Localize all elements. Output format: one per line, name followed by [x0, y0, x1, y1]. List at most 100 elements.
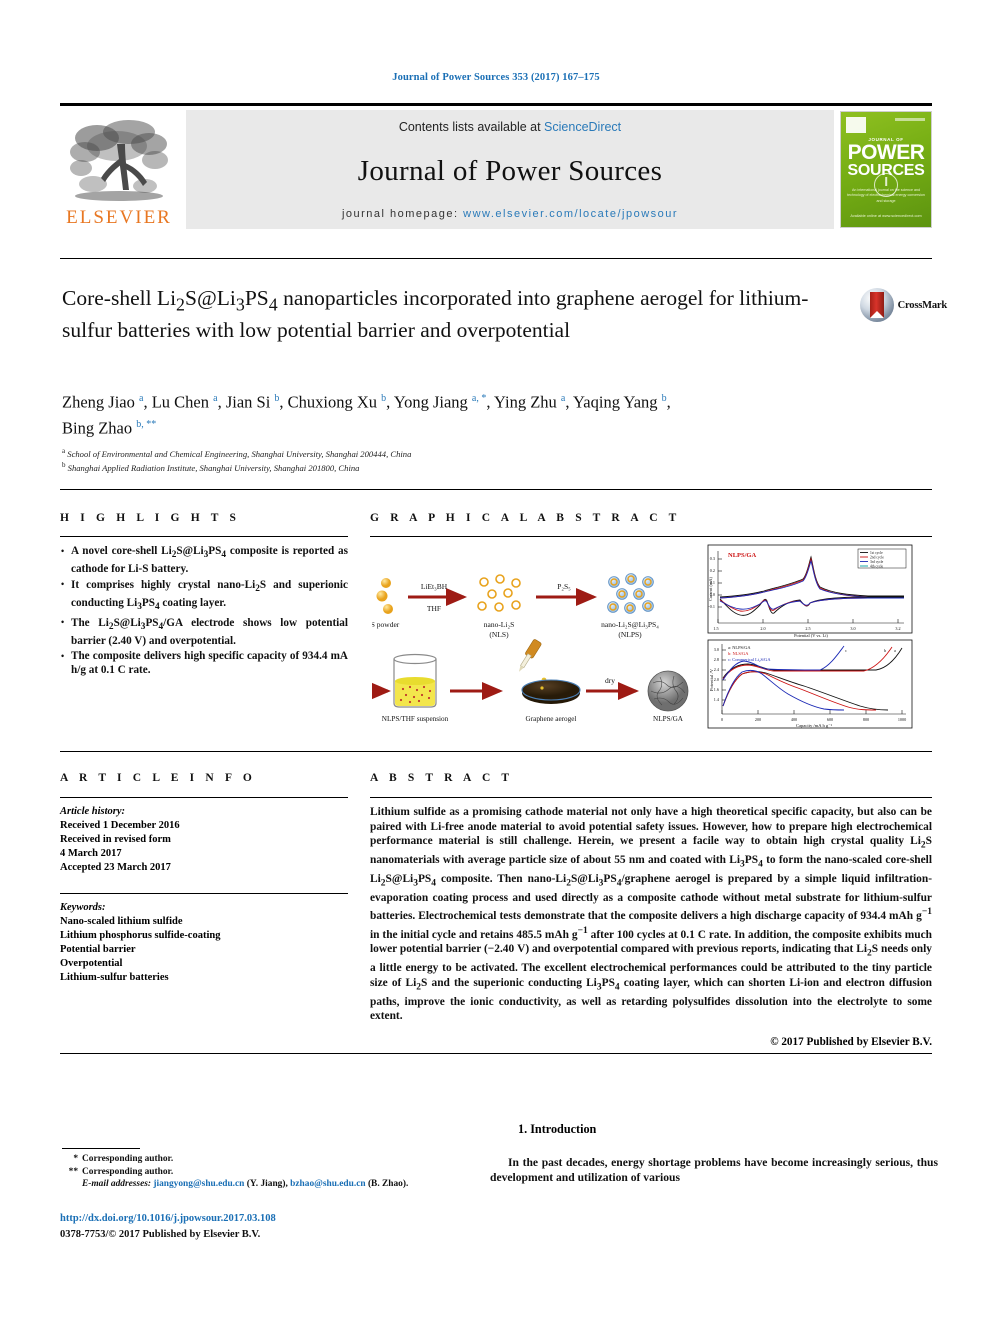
author-name: Ying Zhu — [494, 392, 557, 412]
contents-line: Contents lists available at ScienceDirec… — [399, 120, 621, 134]
abstract-text: Lithium sulfide as a promising cathode m… — [370, 806, 932, 1023]
svg-text:P₂S₅: P₂S₅ — [557, 582, 571, 591]
email-link-1[interactable]: jiangyong@shu.edu.cn — [153, 1179, 244, 1189]
list-item: It comprises highly crystal nano-Li2S an… — [60, 577, 348, 615]
author-affil-mark[interactable]: b — [662, 393, 667, 404]
footnote-item: * Corresponding author. — [62, 1153, 522, 1166]
cover-footer: Available online at www.sciencedirect.co… — [850, 213, 922, 218]
svg-text:Current (mA): Current (mA) — [708, 576, 713, 601]
article-history-block: Article history: Received 1 December 201… — [60, 805, 348, 875]
sciencedirect-link[interactable]: ScienceDirect — [544, 120, 621, 134]
abstract-rule — [370, 797, 932, 798]
footnote-emails: E-mail addresses: jiangyong@shu.edu.cn (… — [62, 1178, 522, 1191]
history-item: Received in revised form — [60, 834, 171, 845]
svg-text:3.0: 3.0 — [850, 626, 855, 631]
svg-text:2.0: 2.0 — [714, 677, 719, 682]
author-affil-mark[interactable]: b, ** — [136, 419, 156, 430]
svg-text:2.8: 2.8 — [714, 657, 719, 662]
svg-text:1st cycle: 1st cycle — [870, 551, 883, 555]
graphical-abstract-figure: S powder LiEt₃BH THF nano-Li₂S (NLS) P₂S… — [372, 543, 932, 733]
article-info-rule — [60, 797, 348, 798]
svg-text:NLPS/GA: NLPS/GA — [653, 715, 684, 723]
svg-text:2nd cycle: 2nd cycle — [870, 556, 884, 560]
crossmark-label: CrossMark — [897, 299, 948, 311]
svg-text:0: 0 — [721, 717, 723, 722]
author-affil-mark[interactable]: b — [274, 393, 279, 404]
title-block: Core-shell Li2S@Li3PS4 nanoparticles inc… — [62, 285, 842, 343]
issn-copyright-line: 0378-7753/© 2017 Published by Elsevier B… — [60, 1229, 261, 1240]
svg-text:(NLS): (NLS) — [489, 630, 509, 639]
article-first-page: Journal of Power Sources 353 (2017) 167–… — [0, 0, 992, 1323]
section-divider-mid — [60, 751, 932, 752]
homepage-url[interactable]: www.elsevier.com/locate/jpowsour — [463, 208, 678, 220]
cover-elsevier-mark — [846, 117, 866, 133]
svg-text:a: a — [894, 648, 896, 653]
crossmark-icon — [859, 288, 894, 322]
author-affil-mark[interactable]: a — [213, 393, 217, 404]
graphical-abstract-rule — [370, 536, 932, 537]
svg-text:4th cycle: 4th cycle — [870, 565, 883, 569]
corresponding-author-1: Corresponding author. — [82, 1154, 174, 1164]
keyword-item: Potential barrier — [60, 944, 136, 955]
svg-text:LiEt₃BH: LiEt₃BH — [421, 582, 448, 591]
doi-link[interactable]: http://dx.doi.org/10.1016/j.jpowsour.201… — [60, 1213, 276, 1224]
article-info-heading: A R T I C L E I N F O — [60, 772, 256, 784]
elsevier-wordmark: ELSEVIER — [66, 207, 172, 228]
affiliation-text: Shanghai Applied Radiation Institute, Sh… — [67, 463, 360, 474]
abstract-copyright: © 2017 Published by Elsevier B.V. — [770, 1035, 932, 1048]
svg-text:Graphene aerogel: Graphene aerogel — [526, 715, 577, 723]
cover-line-power: POWER — [847, 141, 925, 165]
abstract-section: A B S T R A C T — [370, 772, 932, 784]
author-affil-mark[interactable]: a — [561, 393, 565, 404]
graphical-abstract-svg: S powder LiEt₃BH THF nano-Li₂S (NLS) P₂S… — [372, 544, 913, 729]
nano-lis-cluster: nano-Li₂S (NLS) — [477, 574, 521, 639]
svg-text:c: Commerical Li₂S/GA: c: Commerical Li₂S/GA — [728, 657, 771, 662]
cover-power-icon — [874, 173, 898, 197]
author-affil-mark[interactable]: b — [381, 393, 386, 404]
keywords-label: Keywords: — [60, 902, 106, 913]
email-owner-1: (Y. Jiang), — [246, 1179, 288, 1190]
highlights-list: A novel core-shell Li2S@Li3PS4 composite… — [60, 544, 348, 678]
introduction-paragraph: In the past decades, energy shortage pro… — [490, 1156, 938, 1185]
author-affil-mark[interactable]: a — [139, 393, 143, 404]
keyword-item: Lithium phosphorus sulfide-coating — [60, 930, 221, 941]
charge-discharge-chart: 0 200 400 600 800 1000 3.0 2.8 2.4 2.0 1… — [707, 639, 913, 729]
highlights-rule — [60, 536, 348, 537]
svg-text:Potential /V: Potential /V — [709, 668, 714, 691]
section-divider-top — [60, 489, 932, 490]
list-item: The Li2S@Li3PS4/GA electrode shows low p… — [60, 615, 348, 649]
svg-text:a: NLPS/GA: a: NLPS/GA — [728, 645, 751, 650]
contents-prefix: Contents lists available at — [398, 120, 545, 134]
homepage-prefix: journal homepage: — [341, 208, 464, 220]
svg-text:2.5: 2.5 — [805, 626, 810, 631]
cv-chart: NLPS/GA 1.5 2.0 2.5 3.0 3.2 0.3 0.2 0.1 … — [707, 544, 913, 638]
s-powder-group: S powder — [372, 578, 400, 629]
crossmark-badge[interactable]: CrossMark — [859, 288, 948, 322]
author-list: Zheng Jiao a, Lu Chen a, Jian Si b, Chux… — [62, 392, 671, 438]
svg-text:THF: THF — [427, 604, 441, 613]
page-title: Core-shell Li2S@Li3PS4 nanoparticles inc… — [62, 286, 809, 343]
footnote-divider — [62, 1148, 140, 1149]
email-link-2[interactable]: bzhao@shu.edu.cn — [290, 1179, 365, 1189]
svg-text:600: 600 — [827, 717, 833, 722]
author-name: Jian Si — [225, 392, 271, 412]
svg-text:1.4: 1.4 — [714, 697, 720, 702]
svg-text:200: 200 — [755, 717, 761, 722]
cv-legend: 1st cycle 2nd cycle 3rd cycle 4th cycle — [857, 548, 907, 569]
journal-masthead: ELSEVIER Contents lists available at Sci… — [60, 103, 932, 231]
keywords-rule — [60, 893, 348, 894]
svg-text:Capacity /mA h g⁻¹: Capacity /mA h g⁻¹ — [796, 723, 833, 728]
svg-text:b: NLS/GA: b: NLS/GA — [728, 651, 749, 656]
author-name: Lu Chen — [151, 392, 209, 412]
journal-cover-image: JOURNAL OF POWER SOURCES An internationa… — [840, 111, 932, 228]
author-name: Zheng Jiao — [62, 392, 135, 412]
highlights-list-wrap: A novel core-shell Li2S@Li3PS4 composite… — [60, 544, 348, 679]
svg-text:3.0: 3.0 — [714, 647, 719, 652]
svg-text:0.3: 0.3 — [710, 556, 715, 561]
highlights-heading: H I G H L I G H T S — [60, 512, 241, 524]
svg-text:NLPS/THF suspension: NLPS/THF suspension — [382, 715, 449, 723]
svg-text:dry: dry — [605, 676, 615, 685]
author-name: Bing Zhao — [62, 418, 133, 437]
nlps-ga-product: NLPS/GA — [647, 670, 689, 723]
author-affil-mark[interactable]: a, * — [472, 393, 486, 404]
